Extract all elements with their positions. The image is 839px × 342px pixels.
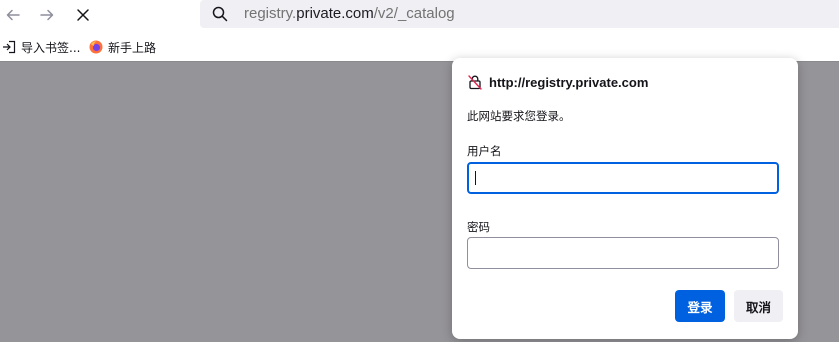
lock-crossed-icon: [468, 75, 482, 90]
auth-dialog: http://registry.private.com 此网站要求您登录。 用户…: [452, 58, 798, 339]
url-host: private.com: [296, 5, 374, 22]
back-button[interactable]: [1, 3, 25, 27]
url-prefix: registry.: [244, 5, 297, 22]
dialog-title: http://registry.private.com: [489, 74, 649, 90]
password-input[interactable]: [467, 237, 779, 269]
password-label: 密码: [467, 220, 490, 234]
stop-button[interactable]: [71, 3, 95, 27]
username-label: 用户名: [467, 144, 502, 158]
arrow-right-icon: [40, 9, 54, 21]
arrow-left-icon: [6, 9, 20, 21]
bookmark-label: 新手上路: [108, 40, 157, 55]
browser-toolbar: registry.private.com/v2/_catalog: [0, 0, 839, 30]
dialog-header: http://registry.private.com: [467, 72, 648, 92]
import-icon: [2, 40, 16, 54]
url-bar[interactable]: registry.private.com/v2/_catalog: [200, 0, 839, 28]
url-path: /v2/_catalog: [373, 5, 455, 22]
forward-button[interactable]: [35, 3, 59, 27]
username-input[interactable]: [467, 162, 779, 194]
bookmark-label: 导入书签...: [21, 40, 81, 55]
bookmark-getting-started[interactable]: 新手上路: [89, 38, 156, 56]
close-icon: [77, 9, 89, 21]
url-text[interactable]: registry.private.com/v2/_catalog: [244, 4, 455, 24]
firefox-icon: [89, 40, 103, 54]
bookmark-import[interactable]: 导入书签...: [2, 38, 80, 56]
login-button[interactable]: 登录: [675, 290, 725, 322]
text-caret: [475, 171, 476, 185]
bookmarks-toolbar: 导入书签... 新手上路: [0, 32, 839, 61]
cancel-button[interactable]: 取消: [734, 290, 783, 322]
search-icon: [212, 6, 228, 22]
dialog-message: 此网站要求您登录。: [467, 109, 571, 123]
